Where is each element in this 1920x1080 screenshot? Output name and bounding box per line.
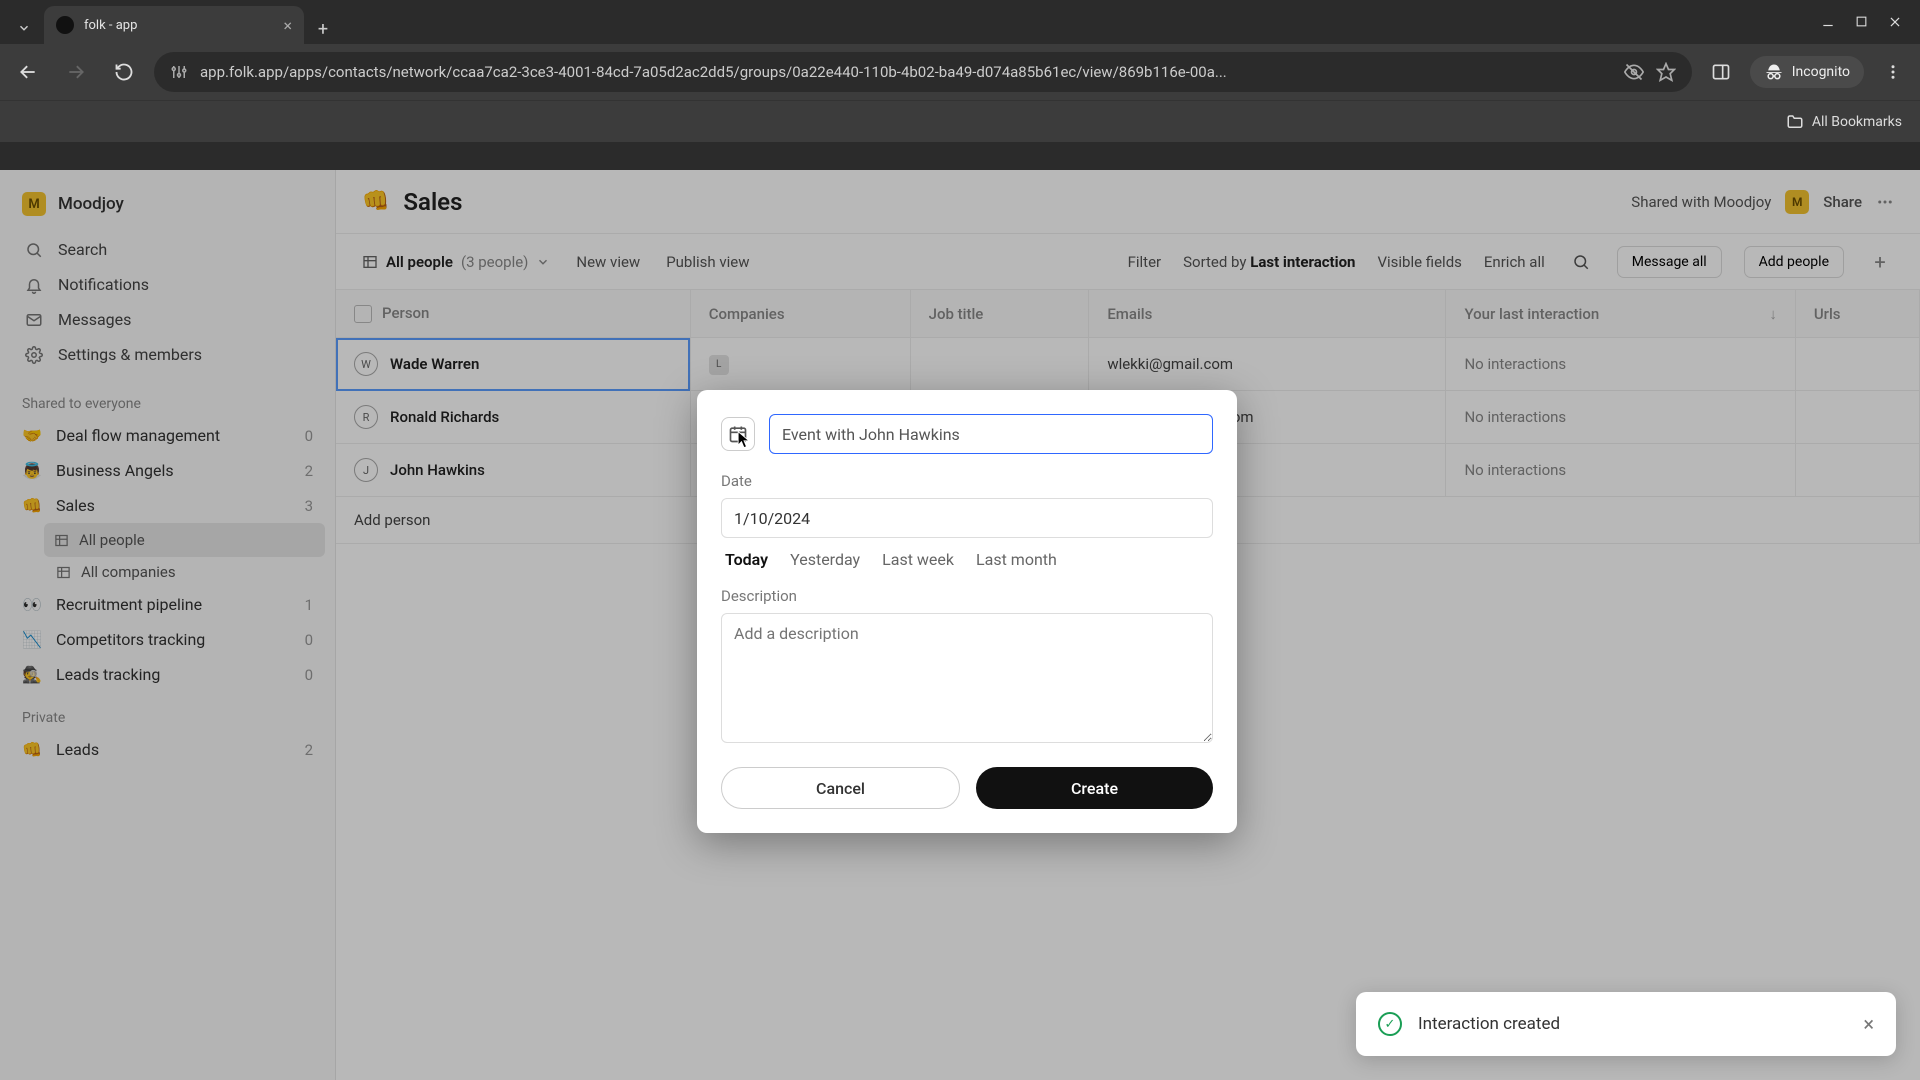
nav-reload-button[interactable] [106,54,142,90]
tab-dropdown[interactable] [8,12,40,44]
incognito-icon [1764,62,1784,82]
site-settings-icon[interactable] [170,63,188,81]
folder-icon [1786,113,1804,131]
window-close-button[interactable] [1888,15,1902,29]
create-event-modal: Date Today Yesterday Last week Last month D… [697,390,1237,833]
toast-close-button[interactable]: × [1863,1012,1874,1036]
window-maximize-button[interactable] [1855,15,1868,29]
date-input[interactable] [721,498,1213,538]
url-bar[interactable]: app.folk.app/apps/contacts/network/ccaa7… [154,52,1692,92]
eye-off-icon[interactable] [1624,62,1644,82]
calendar-icon [728,424,748,444]
toast-notification: ✓ Interaction created × [1356,992,1896,1056]
all-bookmarks-button[interactable]: All Bookmarks [1786,113,1902,131]
quick-date-today[interactable]: Today [725,550,768,569]
event-type-button[interactable] [721,417,755,451]
incognito-label: Incognito [1792,64,1850,80]
url-text: app.folk.app/apps/contacts/network/ccaa7… [200,63,1612,81]
bookmark-star-icon[interactable] [1656,62,1676,82]
side-panel-icon[interactable] [1704,55,1738,89]
event-title-input[interactable] [769,414,1213,454]
tab-title: folk - app [84,18,137,33]
window-minimize-button[interactable] [1821,15,1835,29]
quick-date-last-week[interactable]: Last week [882,550,954,569]
tab-close-button[interactable]: × [283,16,292,35]
cancel-button[interactable]: Cancel [721,767,960,809]
check-circle-icon: ✓ [1378,1012,1402,1036]
toast-message: Interaction created [1418,1014,1560,1034]
description-input[interactable] [721,613,1213,743]
quick-date-yesterday[interactable]: Yesterday [790,550,860,569]
quick-date-last-month[interactable]: Last month [976,550,1057,569]
nav-forward-button[interactable] [58,54,94,90]
nav-back-button[interactable] [10,54,46,90]
browser-menu-button[interactable] [1876,55,1910,89]
tab-favicon-icon [56,16,74,34]
incognito-badge[interactable]: Incognito [1750,56,1864,88]
description-label: Description [721,587,1213,605]
create-button[interactable]: Create [976,767,1213,809]
date-label: Date [721,472,1213,490]
new-tab-button[interactable]: + [308,14,338,44]
browser-tab[interactable]: folk - app × [44,6,304,44]
